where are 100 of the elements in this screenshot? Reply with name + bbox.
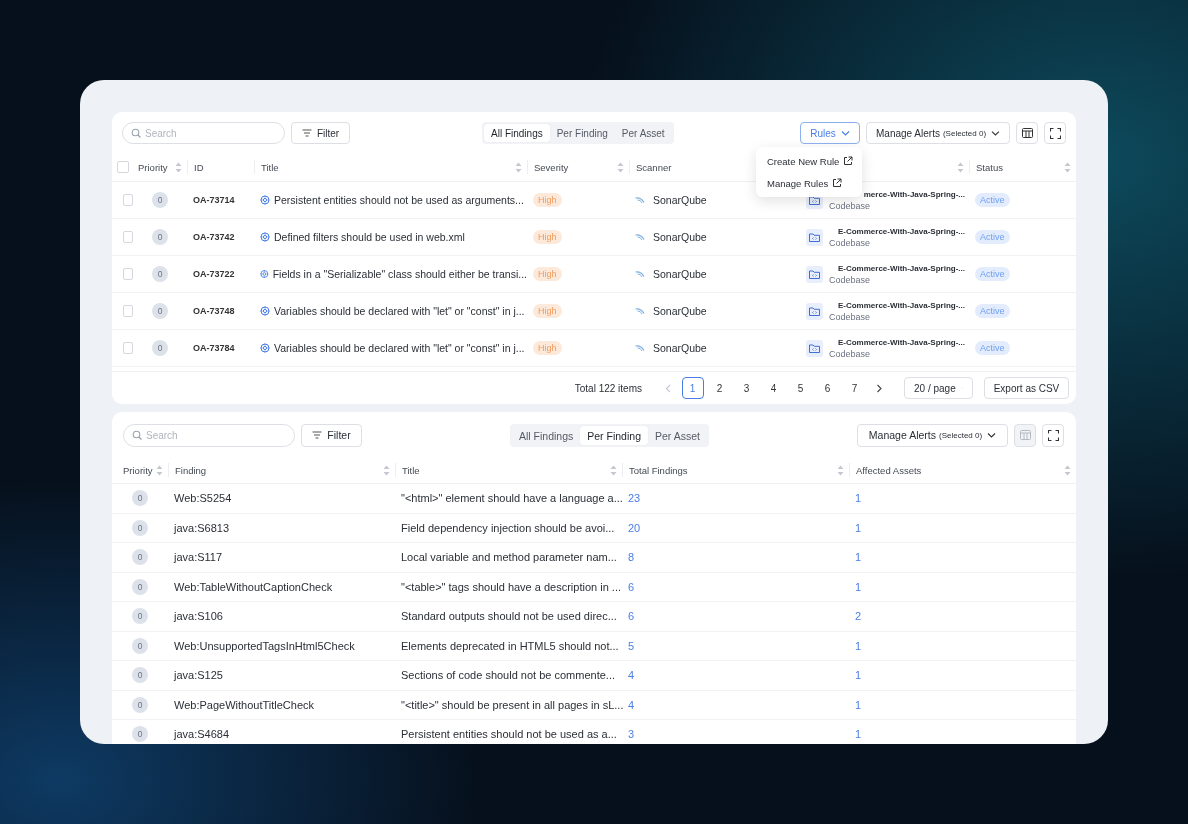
column-header: Priority xyxy=(123,464,153,476)
scanner-name: SonarQube xyxy=(653,194,707,206)
total-findings-link[interactable]: 4 xyxy=(628,698,635,711)
asset-name[interactable]: E-Commerce-With-Java-Spring-... xyxy=(837,263,965,273)
priority-badge: 0 xyxy=(152,229,168,245)
affected-assets-link[interactable]: 1 xyxy=(855,669,862,682)
affected-assets-link[interactable]: 1 xyxy=(855,580,862,593)
asset-name[interactable]: E-Commerce-With-Java-Spring-... xyxy=(837,226,965,236)
affected-assets-link[interactable]: 1 xyxy=(855,698,862,711)
sort-icon[interactable] xyxy=(837,464,844,476)
view-tab[interactable]: Per Finding xyxy=(549,124,615,142)
total-findings-link[interactable]: 8 xyxy=(628,551,635,564)
severity-badge: High xyxy=(533,304,562,318)
finding-name: Web:PageWithoutTitleCheck xyxy=(174,698,314,711)
priority-badge: 0 xyxy=(132,490,148,507)
asset-name[interactable]: merce-With-Java-Spring-... xyxy=(863,189,965,199)
caret-icon xyxy=(840,130,850,136)
export-button[interactable]: Export as CSV xyxy=(984,377,1069,399)
row-checkbox[interactable] xyxy=(123,268,133,280)
affected-assets-link[interactable]: 1 xyxy=(855,639,862,652)
column-header: Severity xyxy=(534,161,569,173)
page-button[interactable]: 1 xyxy=(681,377,704,399)
target-icon xyxy=(260,306,270,316)
affected-assets-link[interactable]: 2 xyxy=(855,610,862,623)
status-badge: Active xyxy=(975,341,1010,355)
search-field[interactable]: Search xyxy=(123,423,295,447)
total-findings-link[interactable]: 5 xyxy=(628,639,635,652)
sort-icon[interactable] xyxy=(175,161,182,173)
view-tab[interactable]: Per Asset xyxy=(614,124,672,142)
affected-assets-link[interactable]: 1 xyxy=(855,551,862,564)
column-header: Finding xyxy=(175,464,207,476)
asset-name[interactable]: E-Commerce-With-Java-Spring-... xyxy=(837,337,965,347)
column-header: Affected Assets xyxy=(856,464,922,476)
finding-id: OA-73714 xyxy=(193,195,235,205)
asset-type: Codebase xyxy=(829,237,871,248)
view-tab[interactable]: All Findings xyxy=(484,124,550,142)
total-findings-link[interactable]: 23 xyxy=(628,492,641,505)
manage-alerts-button[interactable]: Manage Alerts (Selected 0) xyxy=(857,423,1008,447)
target-icon xyxy=(260,343,270,353)
prev-page-icon[interactable] xyxy=(665,383,671,393)
sort-icon[interactable] xyxy=(1064,464,1071,476)
finding-title: "<title>" should be present in all pages in sL... xyxy=(401,698,624,711)
columns-button[interactable] xyxy=(1016,122,1038,144)
finding-title: Standard outputs should not be used direc... xyxy=(401,610,617,623)
sort-icon[interactable] xyxy=(156,464,163,476)
select-all-checkbox[interactable] xyxy=(117,161,129,173)
priority-badge: 0 xyxy=(132,726,148,743)
priority-badge: 0 xyxy=(152,340,168,356)
code-folder-icon xyxy=(806,265,823,283)
status-badge: Active xyxy=(975,304,1010,318)
manage-alerts-button[interactable]: Manage Alerts (Selected 0) xyxy=(866,122,1010,144)
total-findings-link[interactable]: 6 xyxy=(628,580,635,593)
finding-title[interactable]: Persistent entities should not be used as arguments... xyxy=(274,194,524,206)
row-checkbox[interactable] xyxy=(123,305,133,317)
finding-title[interactable]: Fields in a "Serializable" class should either be transi... xyxy=(272,268,527,280)
total-findings-link[interactable]: 6 xyxy=(628,610,635,623)
page-size-select[interactable]: 20 / page xyxy=(904,377,973,399)
priority-badge: 0 xyxy=(132,578,148,595)
finding-title[interactable]: Variables should be declared with "let" or "const" in j... xyxy=(274,305,525,317)
asset-name[interactable]: E-Commerce-With-Java-Spring-... xyxy=(837,300,965,310)
code-folder-icon xyxy=(806,302,823,320)
fullscreen-button[interactable] xyxy=(1044,122,1066,144)
code-folder-icon xyxy=(806,339,823,357)
scanner-icon xyxy=(635,270,645,278)
sort-icon[interactable] xyxy=(515,161,522,173)
filter-icon xyxy=(301,129,312,137)
sort-icon[interactable] xyxy=(957,161,964,173)
affected-assets-link[interactable]: 1 xyxy=(855,521,862,534)
search-field[interactable]: Search xyxy=(122,122,285,144)
filter-button[interactable]: Filter xyxy=(301,423,362,447)
finding-name: Web:UnsupportedTagsInHtml5Check xyxy=(174,639,355,652)
fullscreen-icon xyxy=(1047,429,1059,441)
rules-button[interactable]: Rules xyxy=(800,122,860,144)
sort-icon[interactable] xyxy=(383,464,390,476)
total-findings-link[interactable]: 3 xyxy=(628,728,635,741)
row-checkbox[interactable] xyxy=(123,231,133,243)
severity-badge: High xyxy=(533,230,562,244)
finding-title[interactable]: Variables should be declared with "let" or "const" in j... xyxy=(274,342,525,354)
sort-icon[interactable] xyxy=(617,161,624,173)
view-tab[interactable]: All Findings xyxy=(512,426,581,445)
menu-item[interactable]: Create New Rule xyxy=(756,150,863,172)
next-page-icon[interactable] xyxy=(876,383,882,393)
affected-assets-link[interactable]: 1 xyxy=(855,728,862,741)
total-findings-link[interactable]: 20 xyxy=(628,521,641,534)
finding-title[interactable]: Defined filters should be used in web.xml xyxy=(274,231,465,243)
target-icon xyxy=(260,232,270,242)
fullscreen-button[interactable] xyxy=(1042,423,1064,447)
total-findings-link[interactable]: 4 xyxy=(628,669,635,682)
row-checkbox[interactable] xyxy=(123,194,133,206)
affected-assets-link[interactable]: 1 xyxy=(855,492,862,505)
filter-button[interactable]: Filter xyxy=(291,122,350,144)
finding-title: Persistent entities should not be used as a... xyxy=(401,728,617,741)
sort-icon[interactable] xyxy=(1064,161,1071,173)
row-checkbox[interactable] xyxy=(123,342,133,354)
view-tab[interactable]: Per Finding xyxy=(580,426,648,445)
menu-item[interactable]: Manage Rules xyxy=(756,172,863,194)
filter-icon xyxy=(312,431,323,439)
view-tab[interactable]: Per Asset xyxy=(648,426,707,445)
column-header: Status xyxy=(976,161,1003,173)
sort-icon[interactable] xyxy=(610,464,617,476)
